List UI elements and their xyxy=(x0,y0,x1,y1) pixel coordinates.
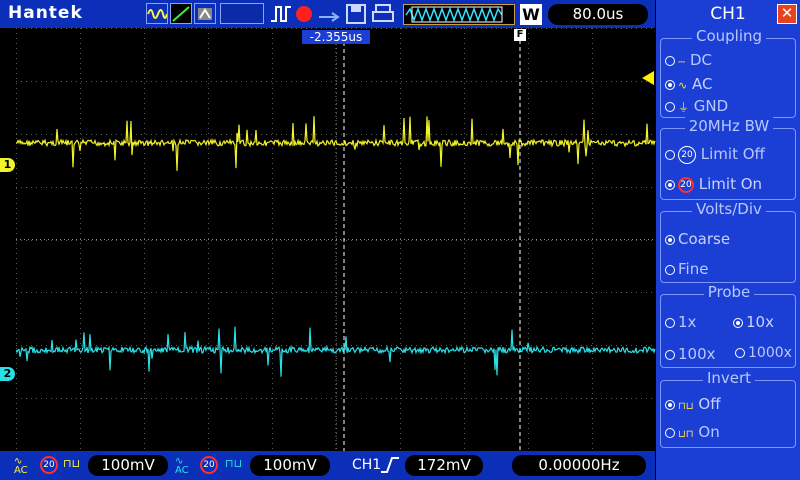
coupling-section: Coupling ⎓ DC ∿ AC ⏚ GND xyxy=(660,27,796,118)
radio-icon xyxy=(665,317,675,328)
trigger-source[interactable]: CH1 xyxy=(352,457,381,473)
dc-icon: ⎓ xyxy=(678,58,686,68)
coupling-dc-option[interactable]: ⎓ DC xyxy=(665,51,712,69)
trigger-marker-f[interactable]: F xyxy=(514,29,526,41)
memory-overview[interactable] xyxy=(403,4,515,25)
timebase-readout[interactable]: 80.0us xyxy=(548,4,648,25)
invert-off-icon: ⊓⊔ xyxy=(678,401,694,412)
persistence-icon[interactable] xyxy=(194,3,216,24)
close-icon[interactable]: ✕ xyxy=(777,4,797,24)
ch1-marker[interactable]: 1 xyxy=(0,158,15,172)
bw-limit-icon: 20 xyxy=(678,176,694,193)
usb-icon xyxy=(318,8,340,22)
trigger-level[interactable]: 172mV xyxy=(405,455,483,476)
trigger-level-arrow[interactable] xyxy=(642,71,654,85)
frequency-counter: 0.00000Hz xyxy=(512,455,646,476)
radio-icon xyxy=(665,55,675,66)
top-toolbar: Hantek W 80.0us xyxy=(0,0,655,28)
graticule xyxy=(15,28,657,452)
ch2-trace xyxy=(15,326,656,377)
ch2-bw-limit-icon: 20 xyxy=(200,456,218,474)
probe-10x-option[interactable]: 10x xyxy=(733,313,774,331)
bw-icon: 20 xyxy=(678,145,696,164)
brand-logo: Hantek xyxy=(8,3,83,23)
volts-div-heading: Volts/Div xyxy=(661,200,797,218)
waveform-sine-icon[interactable] xyxy=(146,3,168,24)
coupling-heading: Coupling xyxy=(661,27,797,45)
trigger-position-label: -2.355us xyxy=(302,30,370,44)
radio-icon xyxy=(665,234,675,245)
ch1-invert-icon: ⊓⊔ xyxy=(63,457,81,470)
radio-icon xyxy=(665,399,675,410)
volts-div-section: Volts/Div Coarse Fine xyxy=(660,200,796,283)
volts-coarse-option[interactable]: Coarse xyxy=(665,230,730,248)
probe-section: Probe 1x 10x 100x 1000x xyxy=(660,283,796,368)
print-icon[interactable] xyxy=(372,4,394,24)
ch2-coupling-icon: ∿ AC xyxy=(175,456,189,476)
ch1-bw-limit-icon: 20 xyxy=(40,456,58,474)
radio-icon xyxy=(665,427,675,438)
record-icon[interactable] xyxy=(296,6,312,22)
ch2-scale[interactable]: 100mV xyxy=(250,455,330,476)
radio-icon xyxy=(665,101,675,112)
ch2-invert-icon: ⊓⊔ xyxy=(225,457,243,470)
channel-menu-panel: CH1 ✕ Coupling ⎓ DC ∿ AC ⏚ GND 20MHz BW … xyxy=(656,0,800,480)
radio-icon xyxy=(665,179,675,190)
ch2-marker[interactable]: 2 xyxy=(0,367,15,381)
ac-icon: ∿ xyxy=(678,79,688,92)
ch1-scale[interactable]: 100mV xyxy=(88,455,168,476)
radio-icon xyxy=(665,79,675,90)
probe-heading: Probe xyxy=(661,283,797,301)
radio-icon xyxy=(733,317,743,328)
coupling-gnd-option[interactable]: ⏚ GND xyxy=(665,97,728,115)
bottom-status-bar: ∿ AC 20 ⊓⊔ 100mV ∿ AC 20 ⊓⊔ 100mV CH1 172m… xyxy=(0,451,655,480)
save-disk-icon[interactable] xyxy=(346,4,366,24)
bw-limit-off-option[interactable]: 20 Limit Off xyxy=(665,145,765,164)
invert-off-option[interactable]: ⊓⊔ Off xyxy=(665,395,721,413)
probe-1000x-option[interactable]: 1000x xyxy=(735,345,792,361)
radio-icon xyxy=(735,348,745,358)
coupling-ac-option[interactable]: ∿ AC xyxy=(665,75,712,93)
radio-icon xyxy=(665,349,675,360)
radio-icon xyxy=(665,149,675,160)
run-pulse-icon[interactable] xyxy=(270,4,292,24)
waveform-display[interactable] xyxy=(15,28,657,452)
radio-icon xyxy=(665,264,675,275)
ground-icon: ⏚ xyxy=(678,101,689,114)
volts-fine-option[interactable]: Fine xyxy=(665,260,708,278)
invert-section: Invert ⊓⊔ Off ⊔⊓ On xyxy=(660,369,796,448)
waveform-ramp-icon[interactable] xyxy=(170,3,192,24)
window-mode-button[interactable]: W xyxy=(520,4,542,25)
probe-1x-option[interactable]: 1x xyxy=(665,313,696,331)
probe-100x-option[interactable]: 100x xyxy=(665,345,716,363)
trigger-rising-edge-icon xyxy=(380,456,400,474)
bandwidth-section: 20MHz BW 20 Limit Off 20 Limit On xyxy=(660,117,796,200)
invert-heading: Invert xyxy=(661,369,797,387)
bw-limit-on-option[interactable]: 20 Limit On xyxy=(665,175,762,193)
bandwidth-heading: 20MHz BW xyxy=(661,117,797,135)
status-box xyxy=(220,3,264,24)
invert-on-option[interactable]: ⊔⊓ On xyxy=(665,423,720,441)
ch1-coupling-icon: ∿ AC xyxy=(14,456,28,476)
invert-on-icon: ⊔⊓ xyxy=(678,429,694,440)
